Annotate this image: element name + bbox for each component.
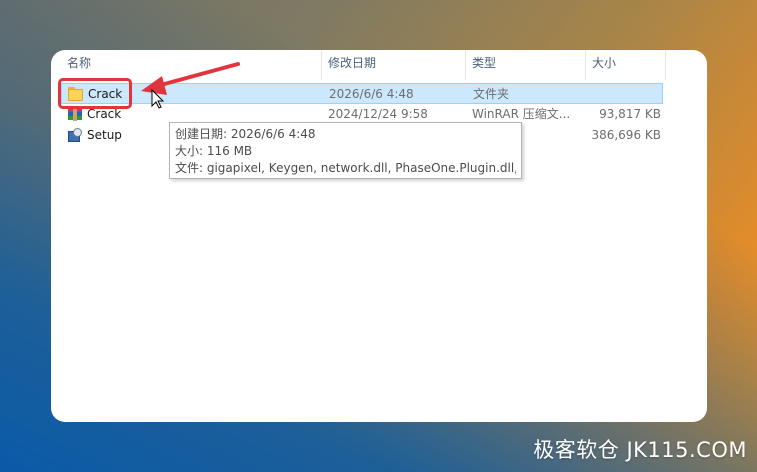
- annotation-overlay: [141, 62, 240, 109]
- red-arrow-icon: [141, 62, 240, 95]
- watermark: 极客软仓 JK115.COM: [533, 438, 747, 462]
